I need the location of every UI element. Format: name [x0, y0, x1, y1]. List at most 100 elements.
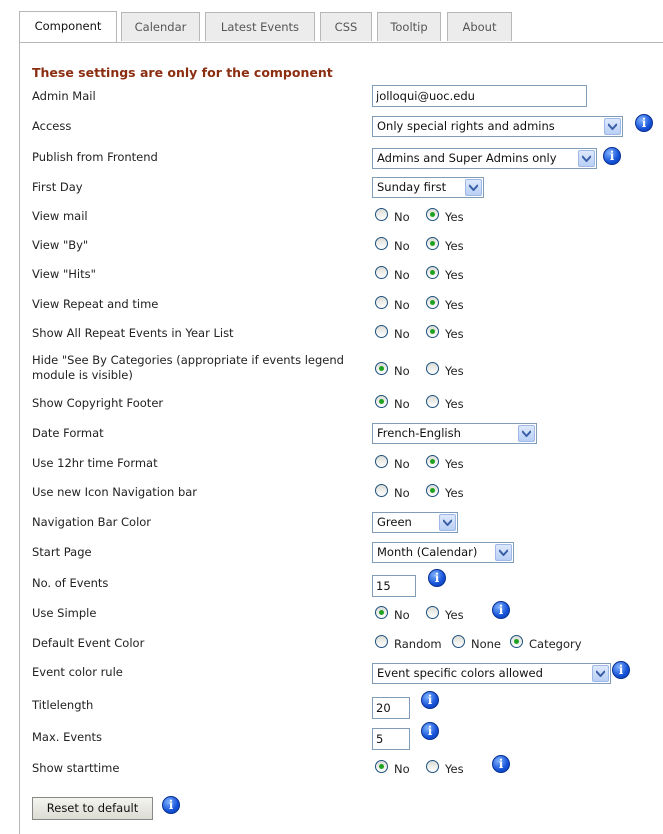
label-view-mail: View mail: [32, 209, 88, 223]
radio-label-no: No: [394, 364, 410, 378]
publish-frontend-select-value: Admins and Super Admins only: [377, 151, 557, 165]
label-start-page: Start Page: [32, 545, 92, 559]
radio-label-no: No: [394, 298, 410, 312]
admin-mail-input[interactable]: [372, 85, 587, 107]
use-icon-nav-no-radio[interactable]: [375, 484, 388, 497]
chevron-down-icon: [578, 150, 595, 167]
access-select[interactable]: Only special rights and admins: [372, 116, 623, 137]
label-hide-see-by: Hide "See By Categories (appropriate if …: [32, 353, 344, 382]
show-all-repeat-yes-radio[interactable]: [426, 325, 439, 338]
info-icon[interactable]: i: [603, 147, 621, 165]
label-use-simple: Use Simple: [32, 606, 97, 620]
label-show-starttime: Show starttime: [32, 761, 120, 775]
radio-label-yes: Yes: [445, 364, 464, 378]
access-select-value: Only special rights and admins: [377, 119, 555, 133]
default-color-none-radio[interactable]: [452, 635, 465, 648]
radio-label-none: None: [471, 637, 502, 651]
radio-label-no: No: [394, 327, 410, 341]
show-all-repeat-no-radio[interactable]: [375, 325, 388, 338]
info-icon[interactable]: i: [635, 114, 653, 132]
tab-component[interactable]: Component: [19, 11, 117, 42]
info-icon[interactable]: i: [612, 661, 630, 679]
view-repeat-yes-radio[interactable]: [426, 296, 439, 309]
radio-label-yes: Yes: [445, 327, 464, 341]
radio-label-no: No: [394, 210, 410, 224]
radio-label-no: No: [394, 608, 410, 622]
radio-label-yes: Yes: [445, 397, 464, 411]
nav-color-select-value: Green: [377, 515, 412, 529]
default-color-category-radio[interactable]: [510, 635, 523, 648]
label-date-format: Date Format: [32, 426, 104, 440]
label-titlelength: Titlelength: [32, 698, 94, 712]
radio-label-category: Category: [529, 637, 582, 651]
start-page-select[interactable]: Month (Calendar): [372, 542, 514, 563]
use-simple-no-radio[interactable]: [375, 606, 388, 619]
hide-see-by-yes-radio[interactable]: [426, 362, 439, 375]
label-max-events: Max. Events: [32, 730, 103, 744]
color-rule-select-value: Event specific colors allowed: [377, 666, 543, 680]
chevron-down-icon: [439, 514, 456, 531]
chevron-down-icon: [604, 118, 621, 135]
radio-label-random: Random: [394, 637, 442, 651]
radio-label-yes: Yes: [445, 239, 464, 253]
label-num-events: No. of Events: [32, 576, 109, 590]
start-page-select-value: Month (Calendar): [377, 545, 478, 559]
view-repeat-no-radio[interactable]: [375, 296, 388, 309]
num-events-input[interactable]: [372, 575, 416, 597]
view-by-no-radio[interactable]: [375, 237, 388, 250]
radio-label-no: No: [394, 457, 410, 471]
label-view-hits: View "Hits": [32, 267, 96, 281]
label-view-by: View "By": [32, 238, 89, 252]
view-by-yes-radio[interactable]: [426, 237, 439, 250]
radio-label-no: No: [394, 397, 410, 411]
view-hits-no-radio[interactable]: [375, 266, 388, 279]
label-use-12hr: Use 12hr time Format: [32, 456, 158, 470]
view-mail-yes-radio[interactable]: [426, 208, 439, 221]
radio-label-no: No: [394, 268, 410, 282]
label-publish-frontend: Publish from Frontend: [32, 150, 158, 164]
label-first-day: First Day: [32, 180, 83, 194]
radio-label-yes: Yes: [445, 486, 464, 500]
info-icon[interactable]: i: [162, 796, 180, 814]
max-events-input[interactable]: [372, 728, 410, 750]
date-format-select[interactable]: French-English: [372, 423, 537, 444]
show-starttime-yes-radio[interactable]: [426, 760, 439, 773]
info-icon[interactable]: i: [421, 722, 439, 740]
view-hits-yes-radio[interactable]: [426, 266, 439, 279]
publish-frontend-select[interactable]: Admins and Super Admins only: [372, 148, 597, 169]
info-icon[interactable]: i: [421, 691, 439, 709]
radio-label-yes: Yes: [445, 762, 464, 776]
show-starttime-no-radio[interactable]: [375, 760, 388, 773]
reset-to-default-button[interactable]: Reset to default: [32, 797, 153, 820]
label-show-copyright: Show Copyright Footer: [32, 396, 164, 410]
date-format-select-value: French-English: [377, 426, 461, 440]
info-icon[interactable]: i: [492, 755, 510, 773]
radio-label-yes: Yes: [445, 457, 464, 471]
use-icon-nav-yes-radio[interactable]: [426, 484, 439, 497]
section-heading: These settings are only for the componen…: [32, 65, 333, 80]
chevron-down-icon: [465, 179, 482, 196]
radio-label-yes: Yes: [445, 210, 464, 224]
first-day-select[interactable]: Sunday first: [372, 177, 484, 198]
first-day-select-value: Sunday first: [377, 180, 447, 194]
nav-color-select[interactable]: Green: [372, 512, 458, 533]
info-icon[interactable]: i: [428, 569, 446, 587]
radio-label-yes: Yes: [445, 298, 464, 312]
label-access: Access: [32, 119, 72, 133]
show-copyright-no-radio[interactable]: [375, 395, 388, 408]
show-copyright-yes-radio[interactable]: [426, 395, 439, 408]
chevron-down-icon: [495, 544, 512, 561]
info-icon[interactable]: i: [492, 601, 510, 619]
radio-label-no: No: [394, 762, 410, 776]
use-12hr-yes-radio[interactable]: [426, 455, 439, 468]
label-default-color: Default Event Color: [32, 636, 145, 650]
default-color-random-radio[interactable]: [375, 635, 388, 648]
label-color-rule: Event color rule: [32, 665, 123, 679]
use-12hr-no-radio[interactable]: [375, 455, 388, 468]
label-nav-color: Navigation Bar Color: [32, 515, 152, 529]
hide-see-by-no-radio[interactable]: [375, 362, 388, 375]
titlelength-input[interactable]: [372, 697, 410, 719]
use-simple-yes-radio[interactable]: [426, 606, 439, 619]
view-mail-no-radio[interactable]: [375, 208, 388, 221]
color-rule-select[interactable]: Event specific colors allowed: [372, 663, 611, 684]
